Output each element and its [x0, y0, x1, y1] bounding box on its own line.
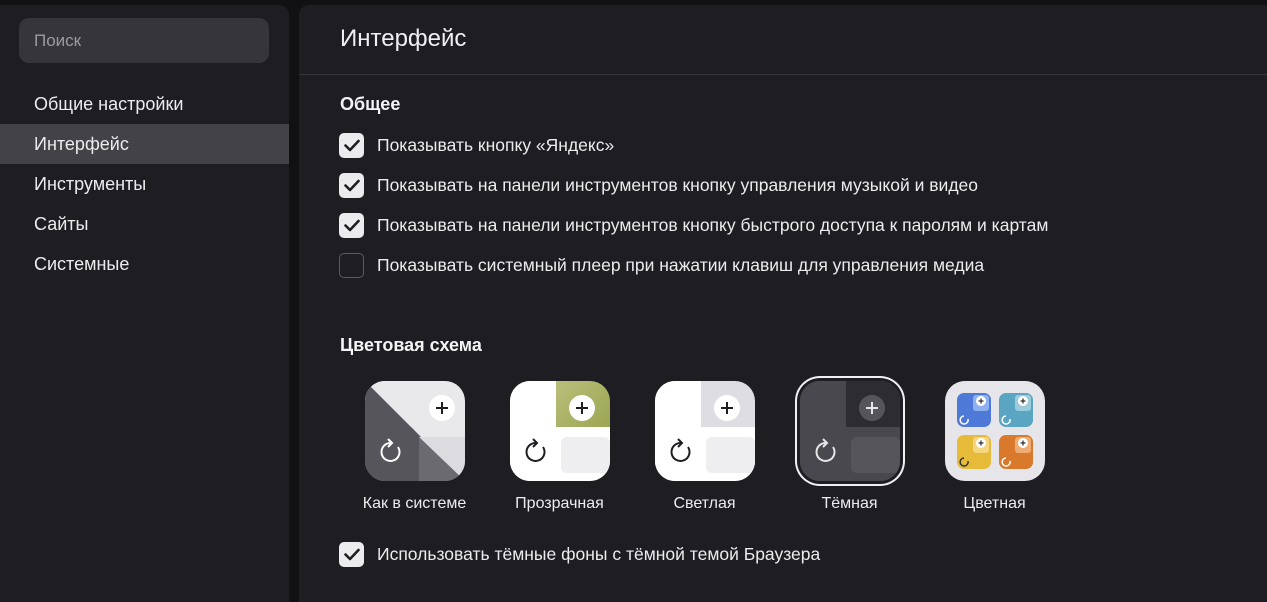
- option-yandex-button[interactable]: Показывать кнопку «Яндекс»: [339, 132, 614, 158]
- theme-tile-colored[interactable]: Цветная: [922, 381, 1067, 513]
- theme-label: Прозрачная: [515, 495, 604, 512]
- theme-tile-dark[interactable]: Тёмная: [777, 381, 922, 513]
- option-dark-backgrounds[interactable]: Использовать тёмные фоны с тёмной темой …: [339, 541, 820, 567]
- checkbox-checked-icon[interactable]: [339, 132, 364, 158]
- theme-tile-system[interactable]: Как в системе: [342, 381, 487, 513]
- search-input[interactable]: Поиск: [19, 18, 269, 63]
- option-passwords-button[interactable]: Показывать на панели инструментов кнопку…: [339, 212, 1048, 238]
- search-placeholder: Поиск: [34, 30, 82, 50]
- theme-preview-system-icon[interactable]: [364, 381, 465, 481]
- theme-preview-dark-icon[interactable]: [799, 381, 900, 481]
- sidebar-nav: Общие настройки Интерфейс Инструменты Са…: [0, 84, 289, 284]
- sidebar-item-tools[interactable]: Инструменты: [0, 164, 289, 204]
- sidebar-item-general[interactable]: Общие настройки: [0, 84, 289, 124]
- checkbox-checked-icon[interactable]: [339, 541, 364, 567]
- section-title-general: Общее: [340, 94, 401, 114]
- theme-preview-light-icon[interactable]: [654, 381, 755, 481]
- option-label: Использовать тёмные фоны с тёмной темой …: [377, 543, 821, 564]
- option-label: Показывать на панели инструментов кнопку…: [377, 174, 978, 195]
- theme-preview-transparent-icon[interactable]: [509, 381, 610, 481]
- sidebar-item-sites[interactable]: Сайты: [0, 204, 289, 244]
- theme-label: Светлая: [673, 495, 736, 512]
- checkbox-checked-icon[interactable]: [339, 172, 364, 198]
- option-label: Показывать системный плеер при нажатии к…: [377, 254, 985, 275]
- sidebar: Поиск Общие настройки Интерфейс Инструме…: [0, 5, 289, 602]
- theme-preview-colored-icon[interactable]: [944, 381, 1045, 481]
- divider: [299, 74, 1267, 75]
- option-label: Показывать кнопку «Яндекс»: [377, 134, 615, 155]
- sidebar-item-system[interactable]: Системные: [0, 244, 289, 284]
- checkbox-checked-icon[interactable]: [339, 212, 364, 238]
- settings-panel: Интерфейс Общее Показывать кнопку «Яндек…: [299, 5, 1267, 602]
- theme-label: Цветная: [963, 495, 1026, 512]
- theme-label: Тёмная: [821, 495, 878, 512]
- section-title-color-scheme: Цветовая схема: [340, 335, 482, 355]
- theme-tile-light[interactable]: Светлая: [632, 381, 777, 513]
- option-label: Показывать на панели инструментов кнопку…: [377, 214, 1049, 235]
- option-system-player[interactable]: Показывать системный плеер при нажатии к…: [339, 252, 984, 278]
- theme-label: Как в системе: [362, 495, 467, 512]
- sidebar-item-interface[interactable]: Интерфейс: [0, 124, 289, 164]
- page-title: Интерфейс: [340, 25, 467, 52]
- option-media-button[interactable]: Показывать на панели инструментов кнопку…: [339, 172, 978, 198]
- checkbox-unchecked-icon[interactable]: [339, 252, 364, 278]
- theme-tiles: Как в системе Прозрачная Светлая Тёмная …: [342, 381, 1067, 513]
- theme-tile-transparent[interactable]: Прозрачная: [487, 381, 632, 513]
